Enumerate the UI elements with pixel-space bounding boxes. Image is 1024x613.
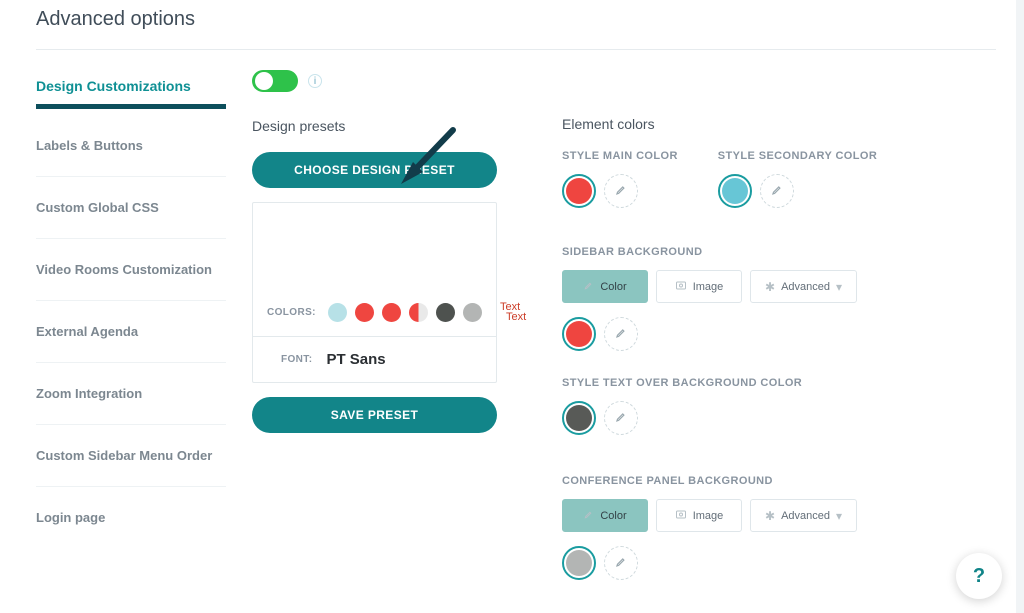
info-icon[interactable]: i	[308, 74, 322, 88]
sidebar-bg-tab-color[interactable]: Color	[562, 270, 648, 303]
sidebar-item-custom-sidebar-order[interactable]: Custom Sidebar Menu Order	[36, 425, 226, 487]
conf-panel-color-swatch[interactable]	[562, 546, 596, 580]
right-gutter	[1016, 0, 1024, 613]
text-over-bg-label: STYLE TEXT OVER BACKGROUND COLOR	[562, 377, 996, 389]
style-secondary-color-label: STYLE SECONDARY COLOR	[718, 150, 877, 162]
camera-icon	[675, 508, 687, 523]
preset-color-4	[409, 303, 428, 322]
annotation-text: Text Text	[500, 302, 526, 322]
conference-panel-bg-label: CONFERENCE PANEL BACKGROUND	[562, 475, 996, 487]
chevron-down-icon: ▾	[836, 280, 842, 294]
eyedropper-icon[interactable]	[760, 174, 794, 208]
sidebar-background-label: SIDEBAR BACKGROUND	[562, 246, 996, 258]
secondary-color-swatch[interactable]	[718, 174, 752, 208]
sidebar-item-video-rooms[interactable]: Video Rooms Customization	[36, 239, 226, 301]
preset-color-3	[382, 303, 401, 322]
page-title: Advanced options	[36, 8, 996, 50]
eyedropper-icon[interactable]	[604, 174, 638, 208]
save-preset-button[interactable]: SAVE PRESET	[252, 397, 497, 433]
conf-panel-tab-image[interactable]: Image	[656, 499, 742, 532]
font-value: PT Sans	[326, 351, 385, 368]
eyedropper-icon[interactable]	[604, 317, 638, 351]
chevron-down-icon: ▾	[836, 509, 842, 523]
annotation-arrow-icon	[395, 124, 465, 194]
conf-panel-tab-advanced[interactable]: ✱ Advanced ▾	[750, 499, 857, 532]
help-button[interactable]: ?	[956, 553, 1002, 599]
font-label: FONT:	[281, 354, 312, 365]
preset-color-1	[328, 303, 347, 322]
eyedropper-icon[interactable]	[604, 401, 638, 435]
sidebar-item-login-page[interactable]: Login page	[36, 487, 226, 548]
sidebar-item-external-agenda[interactable]: External Agenda	[36, 301, 226, 363]
enable-toggle[interactable]	[252, 70, 298, 92]
tab-design-customizations[interactable]: Design Customizations	[36, 70, 226, 109]
sidebar-item-custom-css[interactable]: Custom Global CSS	[36, 177, 226, 239]
preset-color-2	[355, 303, 374, 322]
sidebar-bg-tab-advanced[interactable]: ✱ Advanced ▾	[750, 270, 857, 303]
colors-label: COLORS:	[267, 307, 316, 318]
gear-icon: ✱	[765, 280, 775, 294]
style-main-color-label: STYLE MAIN COLOR	[562, 150, 678, 162]
conf-panel-tab-color[interactable]: Color	[562, 499, 648, 532]
sidebar-item-zoom[interactable]: Zoom Integration	[36, 363, 226, 425]
preset-color-5	[436, 303, 455, 322]
gear-icon: ✱	[765, 509, 775, 523]
sidebar-bg-tab-image[interactable]: Image	[656, 270, 742, 303]
text-over-bg-swatch[interactable]	[562, 401, 596, 435]
element-colors-title: Element colors	[562, 116, 996, 132]
main-color-swatch[interactable]	[562, 174, 596, 208]
preset-card: COLORS: FONT: PT Sans	[252, 202, 497, 383]
camera-icon	[675, 279, 687, 294]
sidebar-bg-color-swatch[interactable]	[562, 317, 596, 351]
sidebar: Design Customizations Labels & Buttons C…	[36, 50, 226, 580]
eyedropper-icon[interactable]	[604, 546, 638, 580]
sidebar-item-labels-buttons[interactable]: Labels & Buttons	[36, 115, 226, 177]
preset-color-6	[463, 303, 482, 322]
